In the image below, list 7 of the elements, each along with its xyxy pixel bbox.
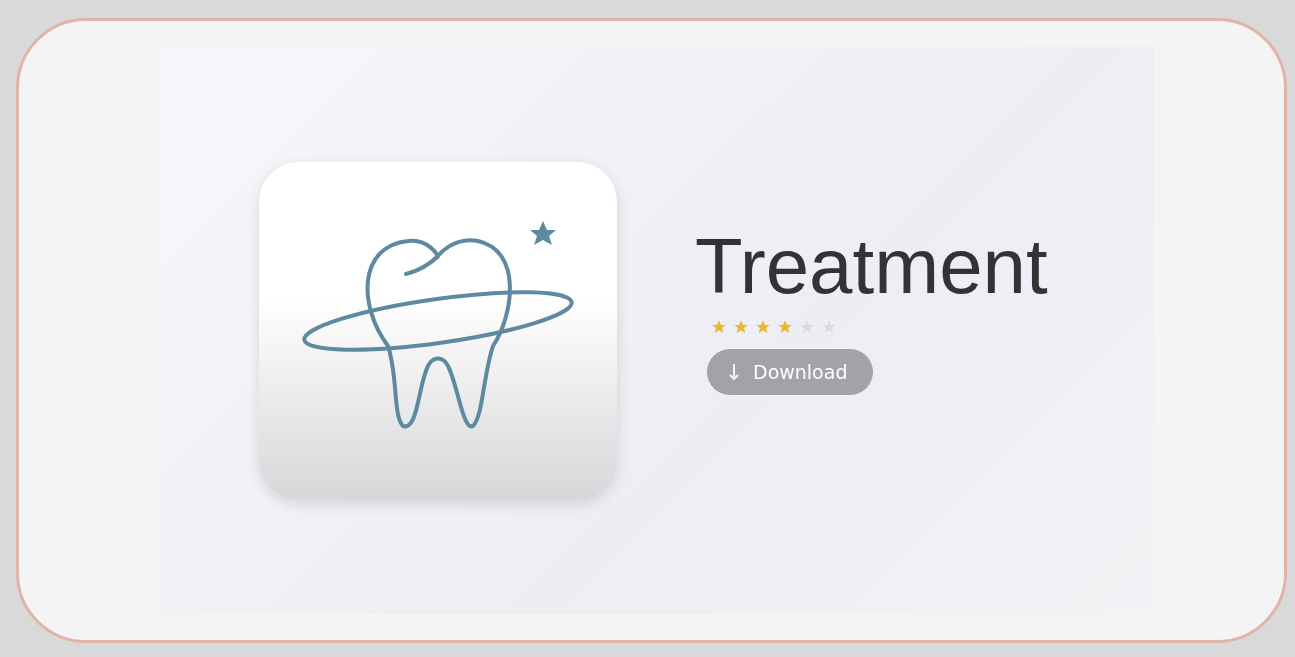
download-button[interactable]: Download <box>707 348 874 395</box>
download-arrow-icon <box>729 362 739 381</box>
filled-star-icon <box>711 318 727 335</box>
filled-star-icon <box>755 318 771 335</box>
filled-star-icon <box>777 318 793 335</box>
filled-star-icon <box>733 318 749 335</box>
app-title: Treatment <box>695 226 1048 305</box>
